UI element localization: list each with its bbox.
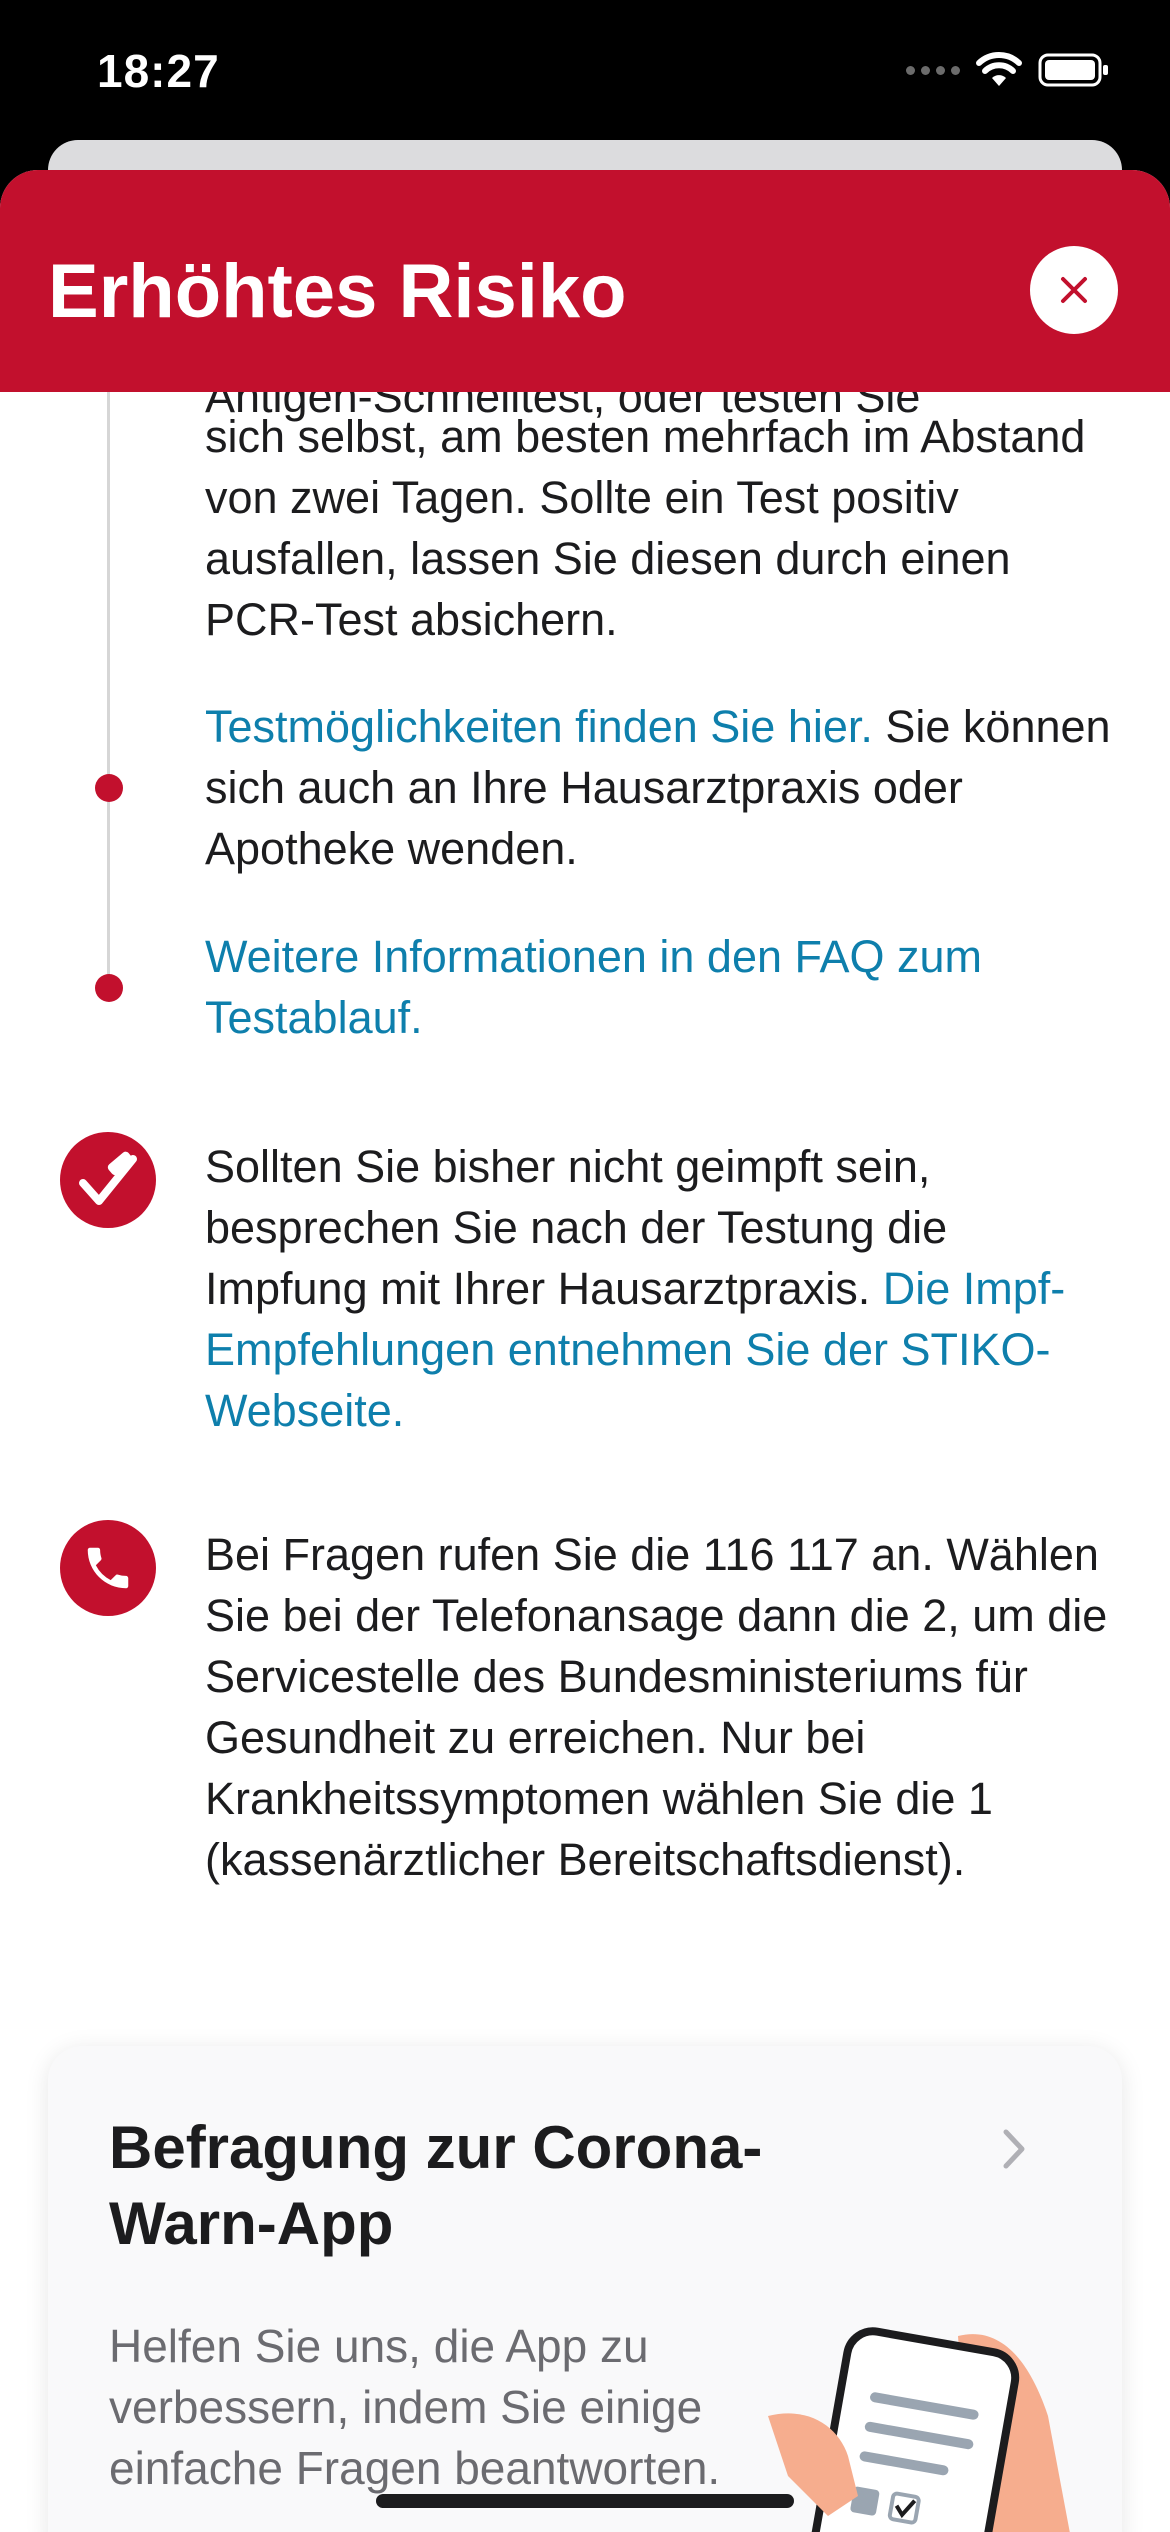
- vaccination-icon: [60, 1132, 156, 1228]
- close-icon: [1061, 277, 1087, 303]
- test-options-link[interactable]: Testmöglichkeiten finden Sie hier.: [205, 701, 873, 752]
- cellular-signal-icon: [906, 65, 960, 75]
- faq-paragraph: Weitere Informationen in den FAQ zum Tes…: [205, 926, 1120, 1048]
- chevron-right-icon: [1003, 2129, 1025, 2169]
- battery-icon: [1038, 53, 1108, 87]
- survey-card[interactable]: Befragung zur Corona-Warn-App Helfen Sie…: [48, 2046, 1122, 2532]
- close-button[interactable]: [1030, 246, 1118, 334]
- home-indicator[interactable]: [376, 2494, 794, 2508]
- survey-description: Helfen Sie uns, die App zu verbessern, i…: [109, 2320, 721, 2494]
- timeline-line: [107, 390, 110, 1000]
- hotline-text: Bei Fragen rufen Sie die 116 117 an. Wäh…: [205, 1529, 1108, 1885]
- timeline-dot: [95, 774, 123, 802]
- phone-survey-illustration: [768, 2327, 1070, 2532]
- scroll-content[interactable]: Antigen-Schnelltest, oder testen Sie sic…: [0, 170, 1170, 2532]
- faq-link[interactable]: Weitere Informationen in den FAQ zum Tes…: [205, 931, 982, 1043]
- vaccination-text: Sollten Sie bisher nicht geimpft sein, b…: [205, 1141, 948, 1314]
- survey-title: Befragung zur Corona-Warn-App: [109, 2114, 763, 2257]
- test-instructions: sich selbst, am besten mehrfach im Absta…: [205, 411, 1086, 645]
- vaccination-paragraph: Sollten Sie bisher nicht geimpft sein, b…: [205, 1136, 1120, 1441]
- timeline-dot: [95, 974, 123, 1002]
- risk-header: Erhöhtes Risiko: [0, 170, 1170, 392]
- wifi-icon: [976, 52, 1022, 86]
- risk-details-sheet[interactable]: Erhöhtes Risiko Antigen-Schnelltest, ode…: [0, 170, 1170, 2532]
- page-title: Erhöhtes Risiko: [48, 249, 627, 334]
- test-options-paragraph: Testmöglichkeiten finden Sie hier. Sie k…: [205, 696, 1120, 879]
- status-bar: 18:27: [0, 0, 1170, 150]
- status-icons: [906, 52, 1110, 88]
- phone-icon: [60, 1520, 156, 1616]
- status-time: 18:27: [97, 45, 220, 97]
